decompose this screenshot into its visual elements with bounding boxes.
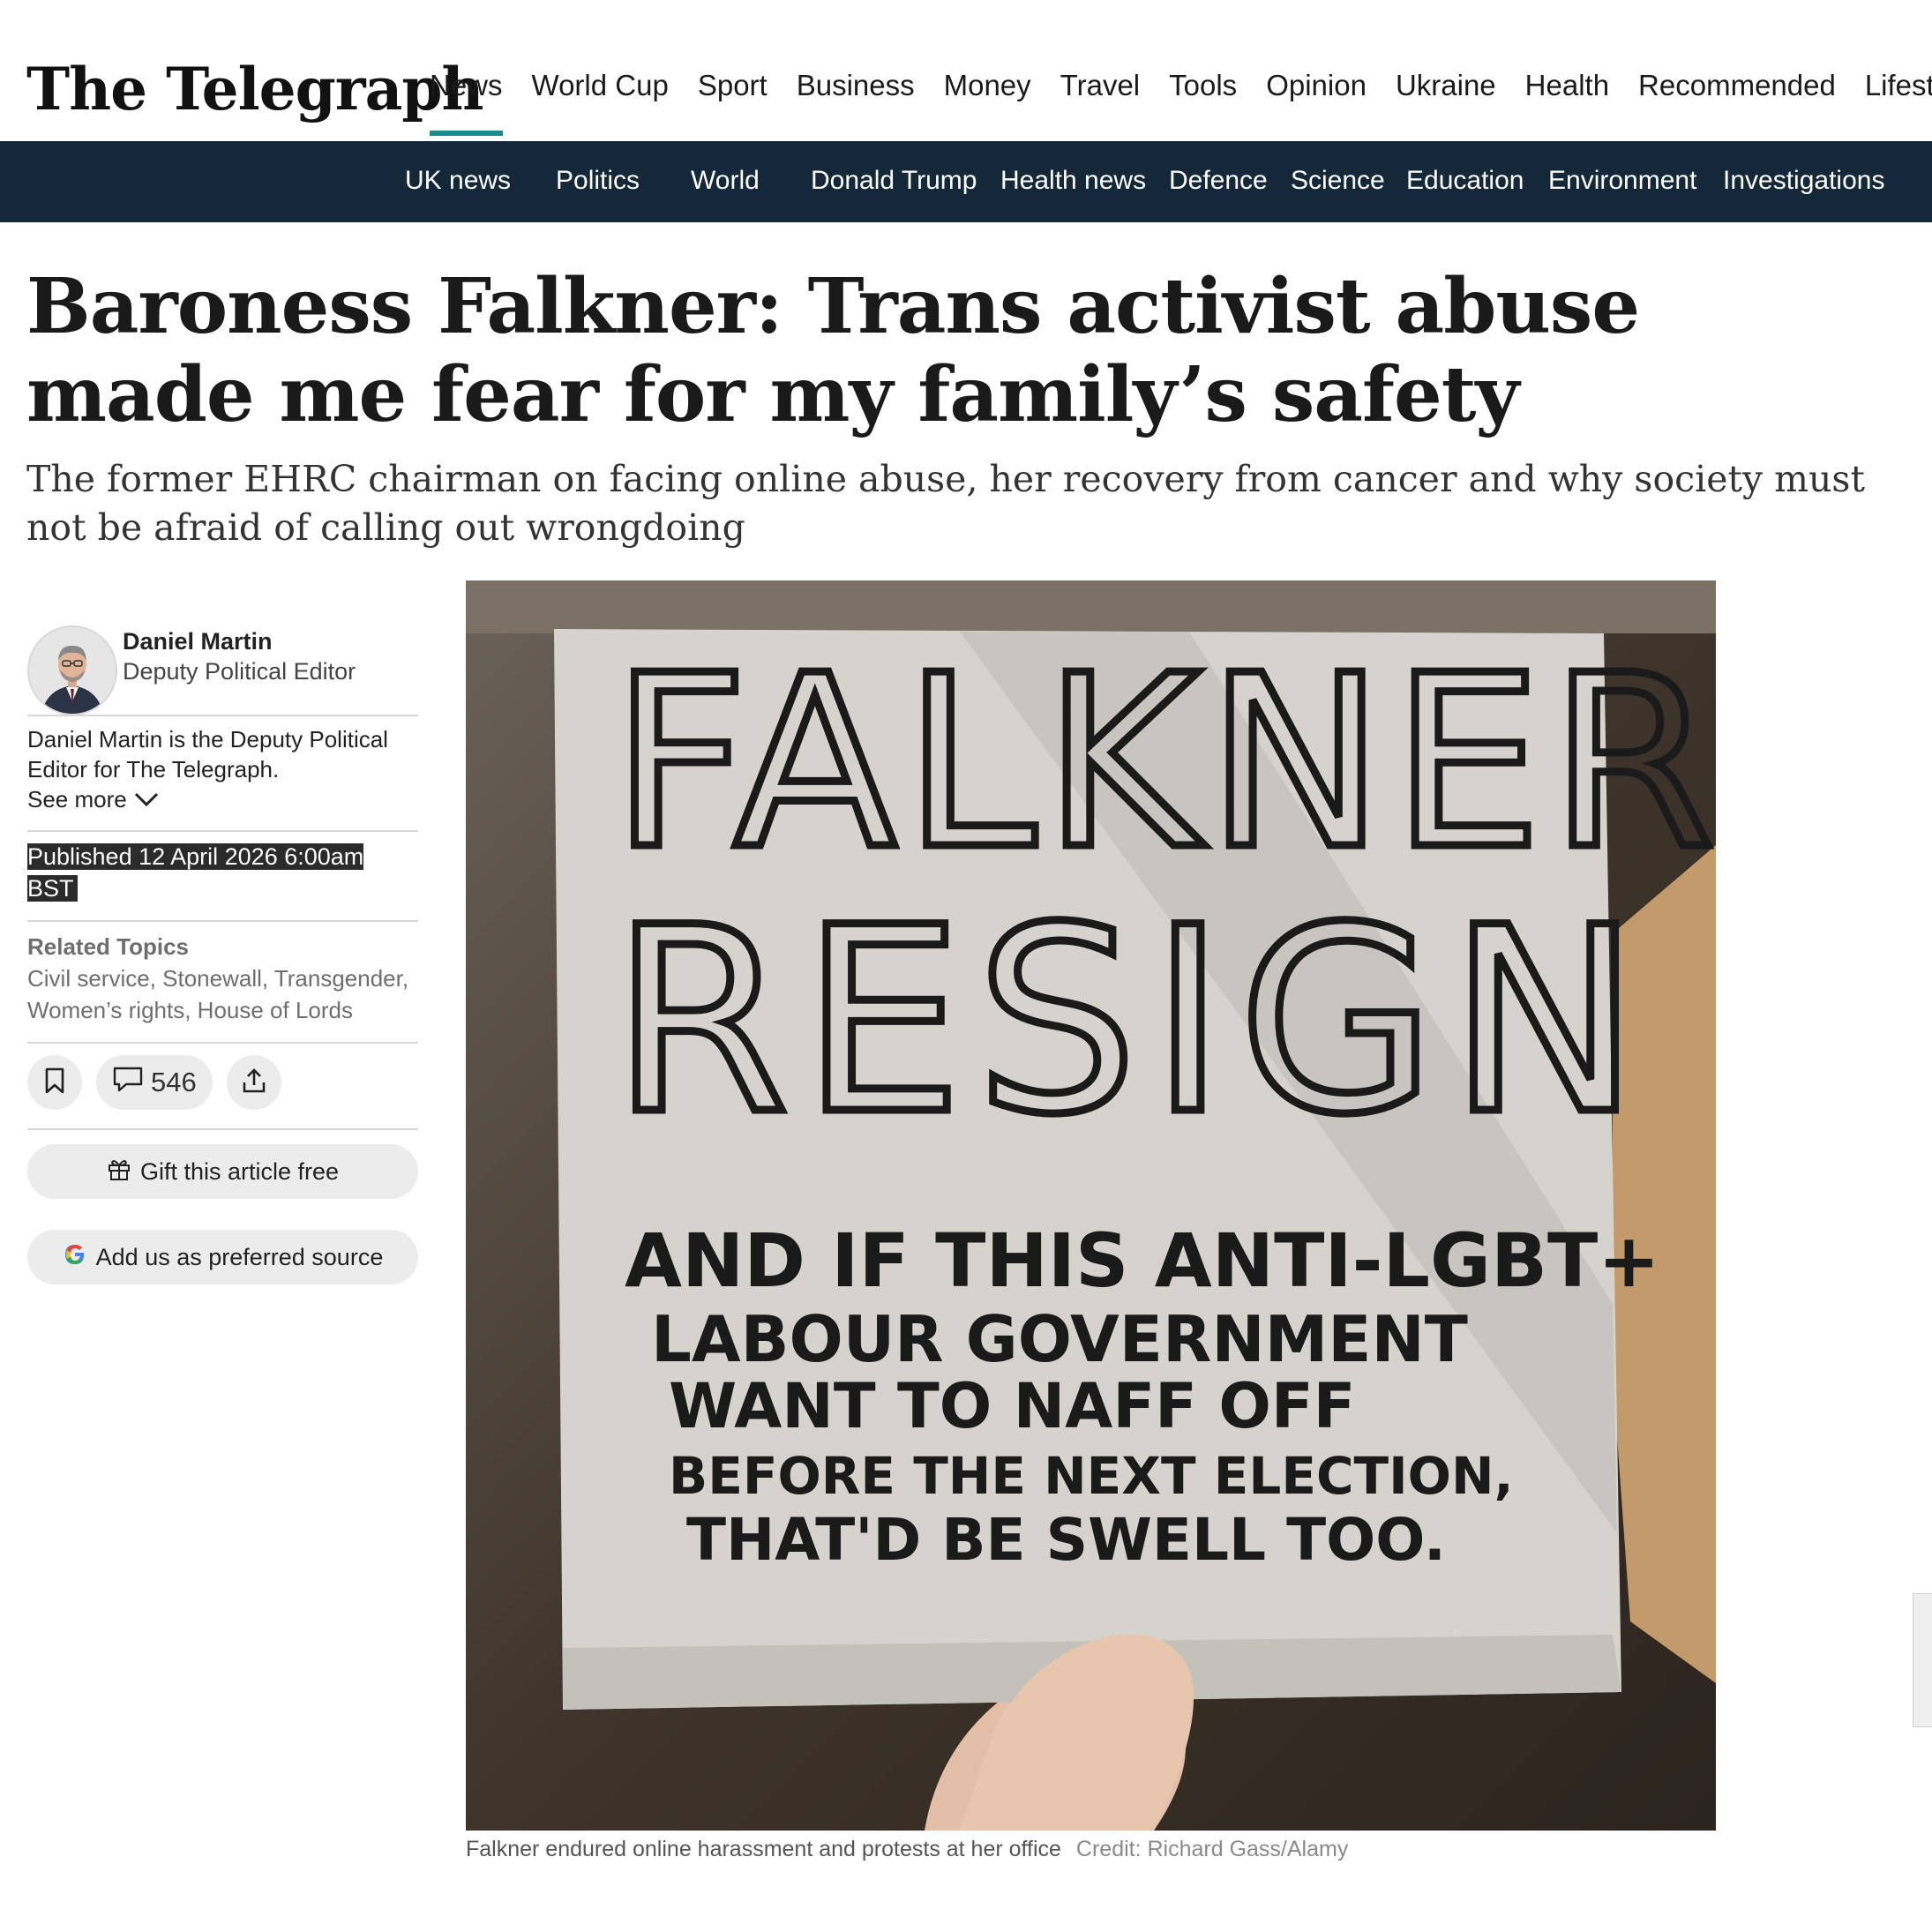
main-nav-item-ukraine[interactable]: Ukraine: [1396, 69, 1496, 102]
sign-text-line-3: WANT TO NAFF OFF: [669, 1370, 1355, 1442]
subnav-item-education[interactable]: Education: [1406, 166, 1524, 196]
sign-text-resign: RESIGN: [611, 873, 1652, 1171]
preferred-source-label: Add us as preferred source: [95, 1243, 384, 1270]
main-nav-item-tools[interactable]: Tools: [1169, 69, 1237, 102]
masthead: The Telegraph News World Cup Sport Busin…: [0, 0, 1932, 141]
see-more-button[interactable]: See more: [27, 784, 159, 814]
main-nav: News World Cup Sport Business Money Trav…: [430, 69, 1932, 136]
sign-text-line-5: THAT'D BE SWELL TOO.: [686, 1506, 1446, 1574]
author-byline: Daniel Martin Deputy Political Editor: [27, 618, 418, 715]
subnav-item-politics[interactable]: Politics: [556, 166, 640, 196]
related-topics-label: Related Topics: [27, 933, 190, 960]
side-feedback-tab[interactable]: [1913, 1593, 1932, 1727]
comment-bubble-icon: [112, 1065, 144, 1100]
author-bio: Daniel Martin is the Deputy Political Ed…: [27, 716, 418, 830]
subnav-item-world[interactable]: World: [691, 166, 760, 196]
article-headline: Baroness Falkner: Trans activist abuse m…: [26, 262, 1640, 439]
comment-count: 546: [151, 1067, 197, 1097]
main-nav-item-sport[interactable]: Sport: [698, 69, 768, 102]
subnav-item-health-news[interactable]: Health news: [1000, 166, 1146, 196]
article-actions: 546: [27, 1044, 418, 1128]
image-caption: Falkner endured online harassment and pr…: [466, 1837, 1348, 1862]
main-nav-item-world-cup[interactable]: World Cup: [532, 69, 669, 102]
main-nav-item-travel[interactable]: Travel: [1060, 69, 1140, 102]
subnav-item-uk-news[interactable]: UK news: [405, 166, 511, 196]
image-caption-text: Falkner endured online harassment and pr…: [466, 1837, 1061, 1861]
sign-text-line-4: BEFORE THE NEXT ELECTION,: [669, 1446, 1514, 1506]
gift-article-button[interactable]: Gift this article free: [27, 1144, 418, 1199]
bookmark-icon: [43, 1067, 66, 1099]
author-avatar[interactable]: [27, 625, 117, 715]
section-subnav: UK news Politics World Donald Trump Heal…: [0, 141, 1932, 222]
subnav-item-science[interactable]: Science: [1291, 166, 1385, 196]
lead-image[interactable]: FALKNER RESIGN AND IF THIS ANTI-LGBT+ LA…: [466, 580, 1716, 1831]
chevron-down-icon: [134, 784, 159, 814]
article-standfirst: The former EHRC chairman on facing onlin…: [26, 458, 1865, 549]
preferred-source-button[interactable]: Add us as preferred source: [27, 1230, 418, 1284]
main-nav-item-recommended[interactable]: Recommended: [1638, 69, 1836, 102]
subnav-item-environment[interactable]: Environment: [1548, 166, 1696, 196]
subnav-item-donald-trump[interactable]: Donald Trump: [811, 166, 977, 196]
author-bio-text: Daniel Martin is the Deputy Political Ed…: [27, 726, 388, 783]
gift-icon: [107, 1157, 131, 1187]
sign-text-line-2: LABOUR GOVERNMENT: [651, 1302, 1468, 1376]
author-name[interactable]: Daniel Martin: [123, 628, 273, 655]
telegraph-logo[interactable]: The Telegraph: [26, 55, 483, 124]
share-icon: [241, 1067, 267, 1099]
divider: [27, 1128, 418, 1130]
share-button[interactable]: [226, 1055, 281, 1110]
see-more-label: See more: [27, 786, 127, 812]
bookmark-button[interactable]: [27, 1055, 82, 1110]
subnav-item-defence[interactable]: Defence: [1169, 166, 1268, 196]
main-nav-item-business[interactable]: Business: [797, 69, 915, 102]
published-date: Published 12 April 2026 6:00am BST: [27, 832, 418, 920]
main-nav-item-money[interactable]: Money: [944, 69, 1031, 102]
main-nav-item-health[interactable]: Health: [1525, 69, 1609, 102]
sign-text-line-1: AND IF THIS ANTI-LGBT+: [625, 1217, 1660, 1304]
published-text: Published 12 April 2026 6:00am BST: [27, 843, 364, 902]
related-topics-list[interactable]: Civil service, Stonewall, Transgender, W…: [27, 962, 418, 1026]
subnav-item-investigations[interactable]: Investigations: [1723, 166, 1884, 196]
main-nav-item-opinion[interactable]: Opinion: [1266, 69, 1367, 102]
article-sidebar: Daniel Martin Deputy Political Editor Da…: [27, 618, 418, 1284]
main-nav-item-news[interactable]: News: [430, 69, 503, 136]
sign-text-falkner: FALKNER: [611, 624, 1716, 902]
related-topics: Related Topics Civil service, Stonewall,…: [27, 922, 418, 1042]
gift-article-label: Gift this article free: [139, 1157, 340, 1185]
google-g-icon: [63, 1242, 87, 1273]
main-nav-item-lifestyle[interactable]: Lifesty: [1865, 69, 1932, 102]
author-role: Deputy Political Editor: [123, 658, 356, 685]
image-credit: Credit: Richard Gass/Alamy: [1075, 1837, 1349, 1861]
comments-button[interactable]: 546: [96, 1055, 213, 1110]
